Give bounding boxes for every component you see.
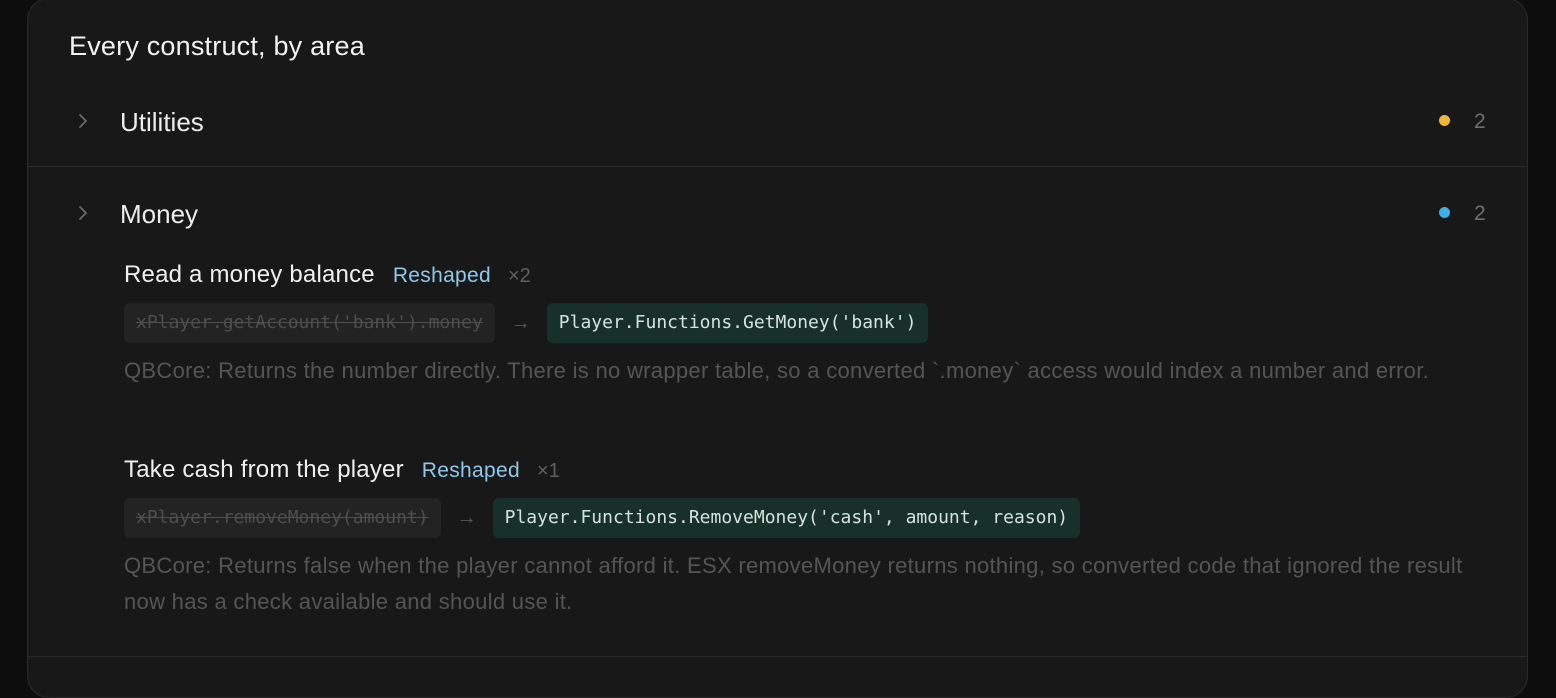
panel-title: Every construct, by area xyxy=(69,31,365,61)
item-header: Take cash from the player Reshaped ×1 xyxy=(124,456,1484,488)
occurrence-count: ×1 xyxy=(536,460,560,482)
construct-item: Take cash from the player Reshaped ×1 xP… xyxy=(124,456,1484,620)
code-mapping: xPlayer.removeMoney(amount) → Player.Fun… xyxy=(124,498,1484,538)
item-title: Read a money balance xyxy=(124,261,375,288)
reshaped-tag: Reshaped xyxy=(392,264,491,287)
section-divider xyxy=(28,656,1527,657)
construct-item: Read a money balance Reshaped ×2 xPlayer… xyxy=(124,261,1484,389)
section-label: Utilities xyxy=(120,107,204,137)
occurrence-count: ×2 xyxy=(507,265,531,287)
arrow-right-icon: → xyxy=(456,506,477,529)
status-dot-icon xyxy=(1439,207,1450,218)
section-utilities-header[interactable]: Utilities 2 xyxy=(28,101,1527,141)
item-title: Take cash from the player xyxy=(124,456,404,483)
section-count: 2 xyxy=(1474,202,1486,225)
section-count: 2 xyxy=(1474,110,1486,133)
old-code: xPlayer.getAccount('bank').money xyxy=(124,303,495,343)
chevron-right-icon xyxy=(79,114,87,128)
section-label: Money xyxy=(120,199,199,229)
chevron-right-icon xyxy=(79,206,87,220)
arrow-right-icon: → xyxy=(510,311,531,334)
constructs-panel: Every construct, by area Utilities 2 Mon… xyxy=(27,0,1528,698)
code-mapping: xPlayer.getAccount('bank').money → Playe… xyxy=(124,303,1484,343)
item-header: Read a money balance Reshaped ×2 xyxy=(124,261,1484,293)
item-note: QBCore: Returns the number directly. The… xyxy=(124,358,1430,383)
section-divider xyxy=(28,166,1527,167)
item-note: QBCore: Returns false when the player ca… xyxy=(124,553,1463,614)
new-code: Player.Functions.RemoveMoney('cash', amo… xyxy=(492,498,1081,538)
old-code: xPlayer.removeMoney(amount) xyxy=(124,498,441,538)
status-dot-icon xyxy=(1439,115,1450,126)
section-money-header[interactable]: Money 2 xyxy=(28,193,1527,233)
reshaped-tag: Reshaped xyxy=(421,459,520,482)
new-code: Player.Functions.GetMoney('bank') xyxy=(546,303,929,343)
